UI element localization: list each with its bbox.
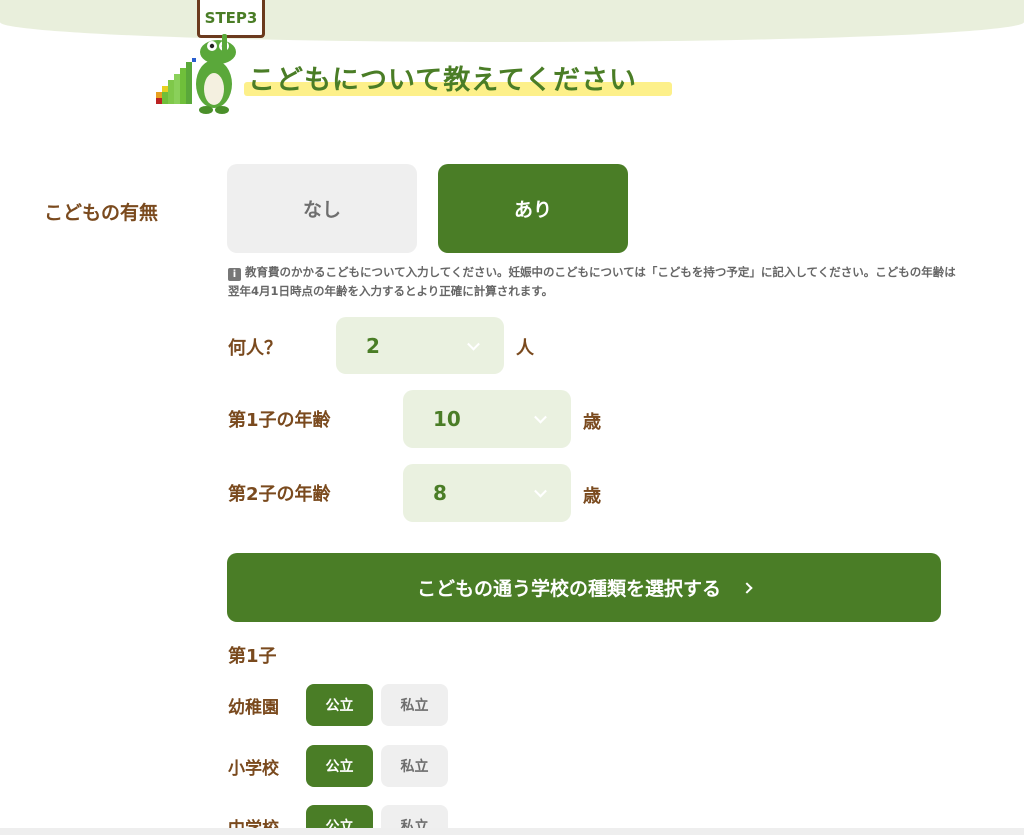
child1-section-label: 第1子 bbox=[228, 646, 277, 667]
chevron-down-icon bbox=[534, 410, 547, 424]
child2-age-select[interactable]: 8 bbox=[403, 464, 571, 522]
page-title-wrap: こどもについて教えてください bbox=[244, 58, 672, 98]
select-school-type-button[interactable]: こどもの通う学校の種類を選択する bbox=[227, 553, 941, 622]
child2-age-label: 第2子の年齢 bbox=[228, 484, 331, 505]
child1-age-value: 10 bbox=[433, 407, 461, 431]
info-note: i 教育費のかかるこどもについて入力してください。妊娠中のこどもについては「こども… bbox=[228, 263, 958, 301]
children-presence-label: こどもの有無 bbox=[44, 202, 159, 224]
crocodile-mascot-icon bbox=[156, 34, 236, 114]
child2-age-unit: 歳 bbox=[583, 486, 601, 507]
child1-age-select[interactable]: 10 bbox=[403, 390, 571, 448]
kindergarten-public-button[interactable]: 公立 bbox=[306, 684, 373, 726]
kindergarten-label: 幼稚園 bbox=[228, 698, 279, 718]
elementary-public-button[interactable]: 公立 bbox=[306, 745, 373, 787]
step-sign: STEP3 bbox=[197, 0, 265, 38]
elementary-label: 小学校 bbox=[228, 759, 279, 779]
child-count-unit: 人 bbox=[516, 338, 534, 359]
child-count-value: 2 bbox=[366, 333, 380, 358]
chevron-down-icon bbox=[467, 337, 480, 351]
kindergarten-private-button[interactable]: 私立 bbox=[381, 684, 448, 726]
elementary-private-button[interactable]: 私立 bbox=[381, 745, 448, 787]
chevron-right-icon bbox=[741, 581, 753, 594]
select-school-type-label: こどもの通う学校の種類を選択する bbox=[416, 578, 721, 600]
option-yes-button[interactable]: あり bbox=[438, 164, 628, 253]
child-count-select[interactable]: 2 bbox=[336, 317, 504, 374]
child2-age-value: 8 bbox=[433, 481, 447, 505]
info-note-text: 教育費のかかるこどもについて入力してください。妊娠中のこどもについては「こどもを… bbox=[228, 265, 956, 298]
child1-age-label: 第1子の年齢 bbox=[228, 410, 331, 431]
chevron-down-icon bbox=[534, 484, 547, 498]
option-none-button[interactable]: なし bbox=[227, 164, 417, 253]
child-count-label: 何人？ bbox=[228, 338, 282, 359]
child1-age-unit: 歳 bbox=[583, 412, 601, 433]
page-title: こどもについて教えてください bbox=[248, 65, 638, 96]
bottom-scroll-edge bbox=[0, 828, 1024, 835]
info-icon: i bbox=[228, 268, 241, 281]
